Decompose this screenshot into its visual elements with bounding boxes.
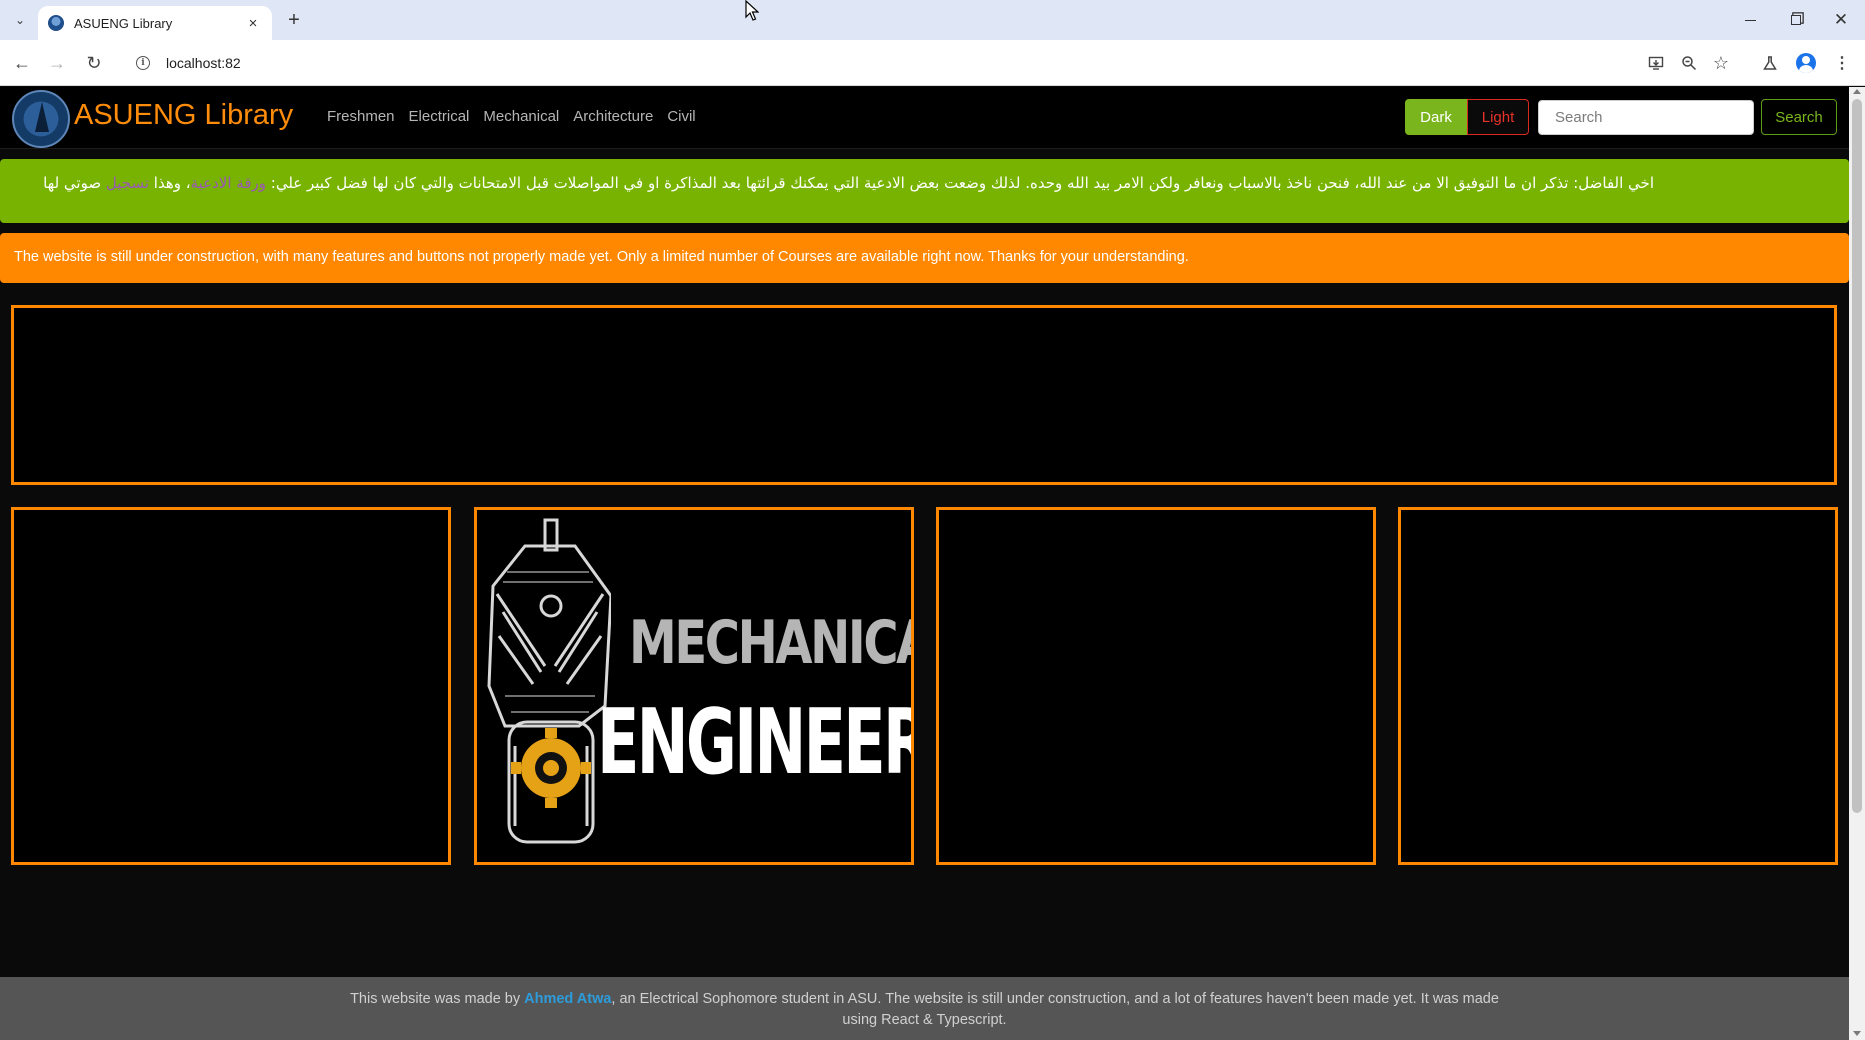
profile-button[interactable]: [1794, 51, 1818, 75]
install-app-button[interactable]: [1644, 51, 1668, 75]
browser-tab-strip: ⌄ ASUENG Library × + ✕: [0, 0, 1865, 40]
scroll-down-arrow-icon[interactable]: [1853, 1031, 1861, 1036]
nav-link-architecture[interactable]: Architecture: [573, 108, 653, 125]
restore-button[interactable]: [1781, 8, 1811, 32]
nav-link-civil[interactable]: Civil: [667, 108, 695, 125]
menu-kebab-icon: ⋮: [1834, 55, 1850, 72]
prayer-notice-main: اخي الفاضل: تذكر ان ما التوفيق الا من عن…: [270, 174, 1654, 192]
back-button[interactable]: ←: [10, 51, 34, 75]
close-icon: ✕: [1833, 10, 1849, 29]
brand-title[interactable]: ASUENG Library: [74, 99, 293, 132]
zoom-icon: [1682, 56, 1697, 71]
footer-text: This website was made by Ahmed Atwa, an …: [345, 989, 1505, 1031]
url-text: localhost:82: [166, 55, 241, 71]
course-card-subtitle: ENGINEERING: [597, 690, 911, 795]
search-button[interactable]: Search: [1761, 99, 1837, 135]
logo-emblem-icon: [35, 102, 49, 132]
install-app-icon: [1648, 56, 1664, 70]
bookmark-button[interactable]: ☆: [1709, 51, 1733, 75]
restore-icon: [1791, 15, 1801, 25]
zoom-button[interactable]: [1677, 51, 1701, 75]
site-info-icon[interactable]: i: [136, 56, 150, 70]
page-viewport: ASUENG Library Freshmen Electrical Mecha…: [0, 87, 1849, 1040]
light-theme-button[interactable]: Light: [1467, 99, 1529, 135]
asueng-logo-icon: [48, 15, 64, 31]
prayer-notice-end: صوتي لها: [43, 174, 102, 192]
course-card[interactable]: [1398, 507, 1838, 865]
course-card[interactable]: [936, 507, 1376, 865]
nav-link-mechanical[interactable]: Mechanical: [483, 108, 559, 125]
scroll-up-arrow-icon[interactable]: [1853, 89, 1861, 94]
prayers-sheet-link[interactable]: ورقة الادعية: [191, 174, 266, 192]
browser-toolbar: ← → ↻ i localhost:82 ☆ ⋮: [0, 40, 1865, 86]
back-arrow-icon: ←: [13, 52, 31, 73]
browser-tab[interactable]: ASUENG Library ×: [38, 6, 272, 40]
labs-flask-icon: [1763, 56, 1777, 70]
profile-icon: [1796, 53, 1816, 73]
new-tab-button[interactable]: +: [282, 9, 306, 33]
reload-button[interactable]: ↻: [82, 51, 106, 75]
nav-link-electrical[interactable]: Electrical: [409, 108, 470, 125]
close-window-button[interactable]: ✕: [1826, 8, 1856, 32]
engine-illustration: [487, 518, 611, 844]
prayer-notice-mid: ، وهذا: [153, 174, 191, 192]
footer-text-before: This website was made by: [350, 991, 521, 1007]
site-navbar: ASUENG Library Freshmen Electrical Mecha…: [0, 87, 1849, 149]
prayer-notice-text: اخي الفاضل: تذكر ان ما التوفيق الا من عن…: [14, 172, 1654, 194]
page-scrollbar[interactable]: [1849, 87, 1865, 1040]
search-input[interactable]: [1538, 100, 1754, 135]
address-bar[interactable]: i localhost:82: [122, 46, 1652, 80]
course-card-title: MECHANICAL: [629, 608, 911, 678]
asueng-logo[interactable]: [12, 90, 70, 148]
bookmark-star-icon: ☆: [1712, 52, 1730, 73]
tab-search-button[interactable]: ⌄: [8, 8, 32, 32]
tab-title: ASUENG Library: [74, 15, 173, 31]
prayer-notice-banner: اخي الفاضل: تذكر ان ما التوفيق الا من عن…: [0, 159, 1849, 223]
minimize-icon: [1744, 19, 1756, 21]
construction-notice-banner: The website is still under construction,…: [0, 233, 1849, 283]
course-card-mechanical[interactable]: MECHANICAL ENGINEERING: [474, 507, 914, 865]
forward-button[interactable]: →: [45, 51, 69, 75]
forward-arrow-icon: →: [48, 52, 66, 73]
minimize-button[interactable]: [1735, 8, 1765, 32]
browser-menu-button[interactable]: ⋮: [1830, 51, 1854, 75]
nav-link-freshmen[interactable]: Freshmen: [327, 108, 395, 125]
chevron-down-icon: ⌄: [14, 13, 26, 27]
dark-theme-button[interactable]: Dark: [1405, 99, 1467, 135]
nav-links: Freshmen Electrical Mechanical Architect…: [327, 108, 696, 125]
author-link[interactable]: Ahmed Atwa: [524, 991, 611, 1007]
labs-button[interactable]: [1758, 51, 1782, 75]
site-footer: This website was made by Ahmed Atwa, an …: [0, 977, 1849, 1040]
audio-recording-link[interactable]: تسجيل: [106, 174, 149, 192]
mouse-cursor-icon: [745, 0, 759, 21]
footer-text-after: , an Electrical Sophomore student in ASU…: [611, 991, 1499, 1028]
construction-notice-text: The website is still under construction,…: [14, 249, 1189, 265]
scrollbar-thumb[interactable]: [1852, 99, 1862, 813]
reload-icon: ↻: [86, 52, 102, 73]
hero-card[interactable]: [11, 305, 1837, 485]
close-tab-icon[interactable]: ×: [244, 14, 262, 32]
course-card[interactable]: [11, 507, 451, 865]
